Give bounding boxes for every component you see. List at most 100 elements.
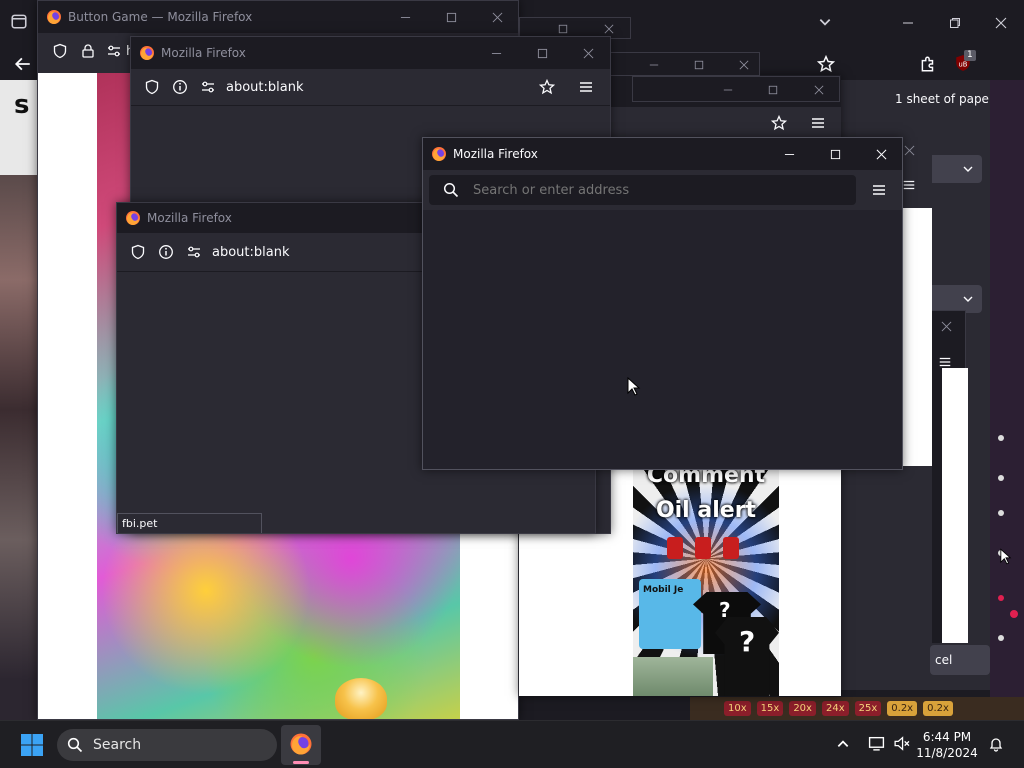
permissions-icon[interactable] — [106, 43, 122, 59]
svg-text:uB: uB — [959, 60, 968, 68]
odds-chip[interactable]: 10x — [724, 701, 751, 716]
mute-icon — [894, 736, 910, 751]
chevron-down-icon — [963, 296, 973, 302]
status-link-tooltip: fbi.pet — [117, 513, 262, 533]
firefox-icon — [126, 211, 140, 225]
maximize-icon[interactable] — [428, 1, 474, 33]
maximize-icon[interactable] — [519, 37, 565, 69]
odds-chip[interactable]: 24x — [821, 701, 849, 716]
shield-icon[interactable] — [52, 43, 68, 59]
window-title: Mozilla Firefox — [147, 211, 232, 225]
display-icon — [868, 736, 885, 751]
odds-chip[interactable]: 0.2x — [923, 701, 953, 716]
clock-date: 11/8/2024 — [916, 746, 978, 760]
windows-logo-icon — [21, 734, 43, 756]
close-icon[interactable] — [739, 60, 749, 70]
maximize-icon[interactable] — [812, 138, 858, 170]
close-icon[interactable] — [604, 24, 614, 34]
emoji-image — [335, 678, 387, 719]
start-button[interactable] — [20, 733, 44, 757]
minimize-icon[interactable] — [766, 138, 812, 170]
back-button[interactable] — [14, 55, 32, 77]
lock-icon[interactable] — [80, 43, 96, 59]
close-icon[interactable] — [995, 14, 1007, 33]
maximize-icon[interactable] — [694, 60, 704, 70]
taskbar-firefox-button[interactable] — [281, 725, 321, 765]
front-firefox-window[interactable]: Mozilla Firefox — [422, 137, 903, 470]
nav-bar — [423, 170, 902, 210]
ublock-extension-button[interactable]: uB 1 — [954, 50, 976, 74]
notifications-button[interactable] — [988, 736, 1004, 756]
search-icon — [443, 182, 459, 198]
close-icon[interactable] — [941, 321, 952, 332]
taskbar-search-label: Search — [93, 737, 142, 753]
minimize-icon[interactable] — [382, 1, 428, 33]
taskbar: Search 6:44 PM 11/8/2024 — [0, 720, 1024, 768]
print-cancel-button[interactable]: cel — [930, 645, 990, 675]
show-hidden-icons-button[interactable] — [836, 736, 850, 755]
minimize-icon[interactable] — [649, 60, 659, 70]
clock-time: 6:44 PM — [922, 730, 972, 744]
close-icon[interactable] — [474, 1, 518, 33]
game-dots-panel — [990, 80, 1024, 720]
close-icon[interactable] — [904, 145, 915, 156]
window-title: Mozilla Firefox — [161, 46, 246, 60]
page-content — [423, 210, 902, 469]
volume-button[interactable] — [893, 735, 910, 756]
maximize-icon[interactable] — [558, 24, 568, 34]
minimize-icon[interactable] — [902, 14, 914, 33]
shield-icon[interactable] — [144, 79, 160, 95]
permissions-icon[interactable] — [186, 244, 202, 260]
print-sheets-label: 1 sheet of paper — [895, 92, 994, 106]
stacked-window-strip — [610, 52, 760, 76]
permissions-icon[interactable] — [200, 79, 216, 95]
address-bar[interactable] — [429, 175, 856, 205]
window-title: Button Game — Mozilla Firefox — [68, 10, 253, 24]
chevron-down-icon[interactable] — [818, 14, 832, 33]
bookmark-star-button[interactable] — [816, 54, 836, 77]
taskbar-search-box[interactable]: Search — [57, 729, 277, 761]
menu-icon[interactable] — [810, 115, 826, 131]
url-text[interactable]: about:blank — [226, 80, 304, 95]
status-link-text: fbi.pet — [122, 517, 158, 530]
close-icon[interactable] — [814, 85, 824, 95]
odds-chip[interactable]: 0.2x — [887, 701, 918, 716]
close-icon[interactable] — [565, 37, 610, 69]
url-text[interactable]: about:blank — [212, 245, 290, 260]
mouse-cursor-icon — [627, 377, 641, 396]
menu-icon[interactable] — [902, 178, 916, 192]
window-title: Mozilla Firefox — [453, 147, 538, 161]
restore-icon[interactable] — [949, 14, 961, 33]
shield-icon[interactable] — [130, 244, 146, 260]
meme-line-1: Comment — [646, 467, 766, 488]
meme-question-2: ? — [739, 625, 756, 658]
maximize-icon[interactable] — [768, 85, 778, 95]
print-cancel-label: cel — [935, 653, 953, 667]
stacked-window-edge — [902, 208, 932, 466]
odds-chip[interactable]: 20x — [789, 701, 816, 716]
meme-line-2: Oil alert — [655, 498, 757, 523]
menu-icon[interactable] — [871, 182, 887, 198]
puzzle-icon — [921, 56, 934, 72]
address-input[interactable] — [473, 182, 833, 198]
info-icon[interactable] — [158, 244, 174, 260]
info-icon[interactable] — [172, 79, 188, 95]
menu-icon[interactable] — [938, 355, 952, 369]
firefox-icon — [432, 147, 446, 161]
page-left-strip: s — [0, 80, 38, 720]
extensions-button[interactable] — [919, 55, 937, 77]
minimize-icon[interactable] — [473, 37, 519, 69]
tab-list-button[interactable] — [10, 12, 30, 32]
search-icon — [67, 737, 83, 753]
bell-icon — [989, 738, 1003, 752]
taskbar-clock[interactable]: 6:44 PM 11/8/2024 — [912, 729, 982, 761]
star-icon[interactable] — [771, 115, 787, 131]
close-icon[interactable] — [858, 138, 902, 170]
minimize-icon[interactable] — [723, 85, 733, 95]
network-button[interactable] — [868, 735, 885, 756]
menu-icon[interactable] — [578, 79, 594, 95]
back-arrow-icon — [14, 57, 30, 71]
odds-chip[interactable]: 25x — [854, 701, 882, 716]
star-icon[interactable] — [539, 79, 555, 95]
odds-chip[interactable]: 15x — [756, 701, 784, 716]
